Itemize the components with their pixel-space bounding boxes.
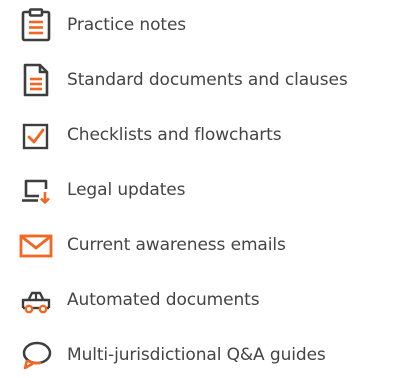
- list-item-label: Practice notes: [67, 15, 187, 35]
- envelope-icon: [18, 227, 54, 263]
- list-item-practice-notes[interactable]: Practice notes: [18, 5, 186, 45]
- car-icon: [18, 282, 54, 318]
- speech-bubbles-icon: [18, 337, 54, 373]
- list-item-standard-documents[interactable]: Standard documents and clauses: [18, 60, 348, 100]
- document-icon: [18, 62, 54, 98]
- list-item-current-awareness[interactable]: Current awareness emails: [18, 225, 286, 265]
- list-item-label: Checklists and flowcharts: [67, 125, 282, 145]
- list-item-label: Standard documents and clauses: [67, 70, 348, 90]
- list-item-multi-jurisdictional[interactable]: Multi-jurisdictional Q&A guides: [18, 335, 326, 375]
- list-item-label: Legal updates: [67, 180, 186, 200]
- list-item-label: Multi-jurisdictional Q&A guides: [67, 345, 326, 365]
- resource-list: Practice notes Standard documents and cl…: [0, 0, 407, 378]
- checkbox-icon: [18, 117, 54, 153]
- list-item-legal-updates[interactable]: Legal updates: [18, 170, 186, 210]
- list-item-label: Automated documents: [67, 290, 260, 310]
- clipboard-notes-icon: [18, 7, 54, 43]
- laptop-download-icon: [18, 172, 54, 208]
- list-item-checklists[interactable]: Checklists and flowcharts: [18, 115, 282, 155]
- list-item-label: Current awareness emails: [67, 235, 286, 255]
- list-item-automated-documents[interactable]: Automated documents: [18, 280, 260, 320]
